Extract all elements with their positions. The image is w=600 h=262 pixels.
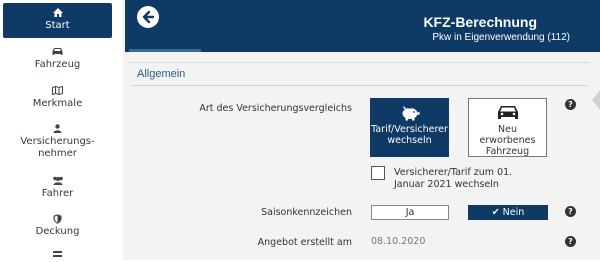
sidebar-item-label: Deckung — [35, 226, 80, 237]
offer-created-date: 08.10.2020 — [371, 236, 426, 247]
sidebar-item-more[interactable] — [3, 250, 112, 260]
sidebar: Start Fahrzeug Merkmale Versicherungs- n… — [0, 0, 114, 260]
comparison-label: Art des Versicherungsvergleichs — [199, 103, 352, 114]
user-icon — [3, 124, 112, 136]
page-subtitle: Pkw in Eigenverwendung (112) — [432, 32, 570, 43]
option-new-line1: Neu erworbenes — [479, 124, 536, 146]
header: KFZ-Berechnung Pkw in Eigenverwendung (1… — [125, 0, 600, 52]
season-no-button[interactable]: ✔ Nein — [468, 205, 548, 220]
shield-icon — [3, 214, 112, 226]
sidebar-item-label-2: nehmer — [38, 148, 77, 159]
sidebar-item-label: Fahrzeug — [34, 59, 81, 70]
offer-created-label: Angebot erstellt am — [257, 237, 352, 248]
side-chevron-icon[interactable] — [592, 90, 600, 110]
map-icon — [3, 85, 112, 98]
sidebar-item-fahrer[interactable]: Fahrer — [3, 176, 112, 206]
section-panel — [129, 62, 590, 258]
switch-date-checkbox-label: Versicherer/Tarif zum 01. Januar 2021 we… — [394, 167, 513, 190]
sidebar-item-label: Merkmale — [32, 98, 83, 109]
help-icon[interactable]: ? — [565, 206, 576, 217]
sidebar-item-merkmale[interactable]: Merkmale — [3, 85, 112, 116]
help-icon[interactable]: ? — [565, 99, 576, 110]
sidebar-item-start[interactable]: Start — [3, 3, 112, 38]
option-new-line2: Fahrzeug — [485, 146, 530, 157]
section-divider — [131, 85, 588, 86]
sidebar-item-deckung[interactable]: Deckung — [3, 214, 112, 244]
piggy-bank-icon — [402, 106, 419, 121]
page-title: KFZ-Berechnung — [423, 14, 537, 30]
section-title: Allgemein — [137, 68, 186, 80]
sidebar-item-label: Versicherungs- — [20, 136, 95, 147]
help-icon[interactable]: ? — [565, 236, 576, 247]
equals-icon — [3, 250, 112, 262]
option-switch-line2: wechseln — [387, 135, 432, 146]
option-switch-line1: Tarif/Versicherer — [371, 124, 448, 135]
sidebar-item-label: Start — [45, 20, 70, 31]
season-yes-button[interactable]: Ja — [371, 205, 449, 220]
car-icon — [3, 47, 112, 59]
option-new-vehicle-button[interactable]: Neu erworbenes Fahrzeug — [468, 98, 547, 157]
tab-indicator — [129, 49, 201, 52]
sidebar-item-label: Fahrer — [41, 188, 74, 199]
sidebar-item-versicherungsnehmer[interactable]: Versicherungs- nehmer — [3, 124, 112, 166]
season-plate-label: Saisonkennzeichen — [261, 207, 352, 218]
car-icon — [497, 106, 518, 119]
back-arrow-icon[interactable] — [137, 6, 159, 28]
option-switch-insurer-button[interactable]: Tarif/Versicherer wechseln — [370, 98, 449, 157]
switch-date-checkbox[interactable] — [371, 166, 385, 180]
home-icon — [3, 8, 112, 20]
users-icon — [3, 176, 112, 188]
sidebar-item-fahrzeug[interactable]: Fahrzeug — [3, 47, 112, 77]
